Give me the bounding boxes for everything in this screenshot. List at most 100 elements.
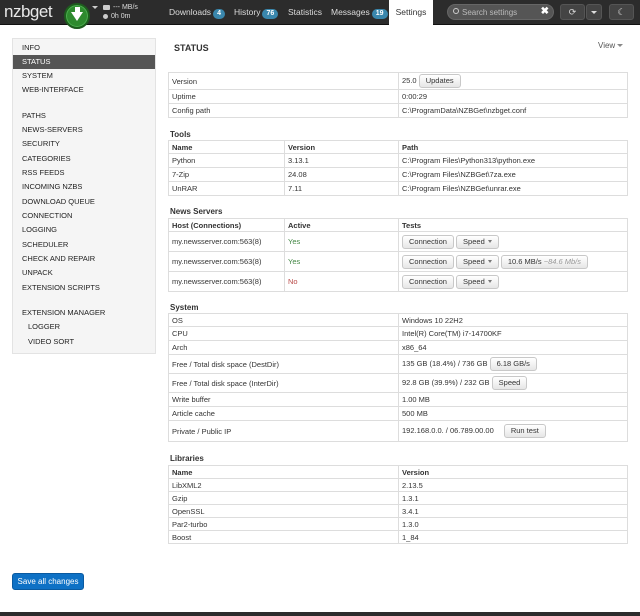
chevron-down-icon [487,260,492,264]
speed-test-button[interactable]: Speed [456,254,499,269]
sidebar-item-video-sort[interactable]: VIDEO SORT [13,335,155,349]
table-row: 7-Zip 24.08 C:\Program Files\NZBGet\7za.… [168,167,628,182]
sidebar-item-logging[interactable]: LOGGING [13,223,155,237]
sidebar-item-rss-feeds[interactable]: RSS FEEDS [13,166,155,180]
tools-section-title: Tools [170,130,191,139]
library-version: 1.3.0 [398,517,628,531]
system-value: 500 MB [398,406,628,421]
sidebar-item-incoming-nzbs[interactable]: INCOMING NZBS [13,180,155,194]
speed-test-label: Speed [463,276,485,286]
sidebar-item-check-and-repair[interactable]: CHECK AND REPAIR [13,252,155,266]
table-row: UnRAR 7.11 C:\Program Files\NZBGet\unrar… [168,181,628,196]
run-test-button[interactable]: Run test [503,424,546,438]
library-name: Gzip [168,491,399,505]
config-path-value: C:\ProgramData\NZBGet\nzbget.conf [398,103,628,118]
view-menu[interactable]: View [598,41,624,50]
config-path-label: Config path [168,103,399,118]
sidebar-item-scheduler[interactable]: SCHEDULER [13,238,155,252]
table-row: Version 25.0 Updates [168,72,628,90]
sidebar-item-status[interactable]: STATUS [13,55,155,69]
theme-icon: ☾ [617,7,626,17]
speed-test-button[interactable]: Speed [456,234,499,249]
sidebar-item-news-servers[interactable]: NEWS-SERVERS [13,123,155,137]
table-row: Free / Total disk space (DestDir) 135 GB … [168,354,628,374]
column-header: Host (Connections) [168,218,285,232]
history-badge: 76 [262,9,279,19]
refresh-menu-button[interactable] [586,4,602,20]
system-value: 1.00 MB [398,392,628,407]
libraries-table: Name Version LibXML2 2.13.5 Gzip 1.3.1 Ope… [168,465,628,544]
tab-statistics-label: Statistics [288,7,323,17]
tab-history[interactable]: History 76 [234,0,279,25]
tab-statistics[interactable]: Statistics [288,0,322,25]
system-table: OS Windows 10 22H2 CPU Intel(R) Core(TM) i… [168,313,628,442]
downloads-badge: 4 [213,9,225,19]
speed-icon [103,5,110,10]
table-row: my.newsserver.com:563(8) Yes Connection … [168,231,628,252]
refresh-button[interactable]: ⟳ [560,4,585,20]
connection-test-button[interactable]: Connection [402,254,454,269]
search-input[interactable] [462,6,540,18]
server-host: my.newsserver.com:563(8) [168,231,285,252]
sidebar-item-extension-scripts[interactable]: EXTENSION SCRIPTS [13,281,155,295]
search-icon [453,8,459,14]
table-row: Gzip 1.3.1 [168,491,628,505]
chevron-down-icon [487,240,492,244]
tool-version: 24.08 [284,167,399,182]
sidebar-item-paths[interactable]: PATHS [13,109,155,123]
speed-test-button[interactable]: Speed [456,274,499,289]
tab-settings[interactable]: Settings [389,0,433,25]
speed-indicator[interactable]: --- MB/s 0h 0m [103,3,138,21]
save-all-changes-button[interactable]: Save all changes [12,573,84,590]
theme-toggle-button[interactable]: ☾ [609,4,634,20]
library-version: 1.3.1 [398,491,628,505]
destdir-speed-button[interactable]: 6.18 GB/s [489,357,537,371]
speed-result-button[interactable]: 10.6 MB/s ~84.6 Mb/s [500,254,589,269]
table-row: Private / Public IP 192.168.0.0. / 06.789… [168,420,628,442]
server-active: No [284,271,399,292]
settings-search[interactable]: ✖ [447,4,554,20]
download-toggle-button[interactable] [64,3,90,29]
tab-messages[interactable]: Messages 19 [331,0,388,25]
tab-downloads[interactable]: Downloads 4 [169,0,225,25]
sidebar-item-extension-manager[interactable]: EXTENSION MANAGER [13,306,155,320]
table-row: Python 3.13.1 C:\Program Files\Python313… [168,153,628,168]
system-label: Article cache [168,406,399,421]
close-icon[interactable]: ✖ [541,6,549,18]
version-label: Version [168,72,399,90]
system-label: Free / Total disk space (DestDir) [168,354,399,374]
table-header-row: Name Version [168,465,628,479]
tool-version: 7.11 [284,181,399,196]
app-logo: nzbget [4,2,53,21]
library-name: LibXML2 [168,478,399,492]
sidebar-item-system[interactable]: SYSTEM [13,69,155,83]
system-label: OS [168,313,399,327]
table-row: Arch x86_64 [168,340,628,355]
download-menu-chevron-icon[interactable] [92,6,98,9]
sidebar-item-connection[interactable]: CONNECTION [13,209,155,223]
version-cell: 25.0 Updates [398,72,628,90]
table-row: my.newsserver.com:563(8) No Connection S… [168,271,628,292]
bottom-bar [0,612,640,616]
server-tests: Connection Speed 10.6 MB/s ~84.6 Mb/s [398,251,628,272]
sidebar-item-security[interactable]: SECURITY [13,137,155,151]
updates-button[interactable]: Updates [418,74,461,88]
sidebar-item-unpack[interactable]: UNPACK [13,266,155,280]
tool-name: Python [168,153,285,168]
sidebar-item-download-queue[interactable]: DOWNLOAD QUEUE [13,195,155,209]
connection-test-button[interactable]: Connection [402,274,454,289]
system-value: Windows 10 22H2 [398,313,628,327]
interdir-speed-button[interactable]: Speed [491,376,528,390]
system-value: Intel(R) Core(TM) i7-14700KF [398,326,628,341]
sidebar-item-info[interactable]: INFO [13,41,155,55]
column-header: Name [168,140,285,154]
table-header-row: Name Version Path [168,140,628,154]
sidebar-item-categories[interactable]: CATEGORIES [13,152,155,166]
table-header-row: Host (Connections) Active Tests [168,218,628,232]
sidebar-item-logger[interactable]: LOGGER [13,320,155,334]
connection-test-button[interactable]: Connection [402,234,454,249]
system-label: CPU [168,326,399,341]
sidebar-item-web-interface[interactable]: WEB-INTERFACE [13,83,155,97]
library-name: OpenSSL [168,504,399,518]
tool-name: UnRAR [168,181,285,196]
